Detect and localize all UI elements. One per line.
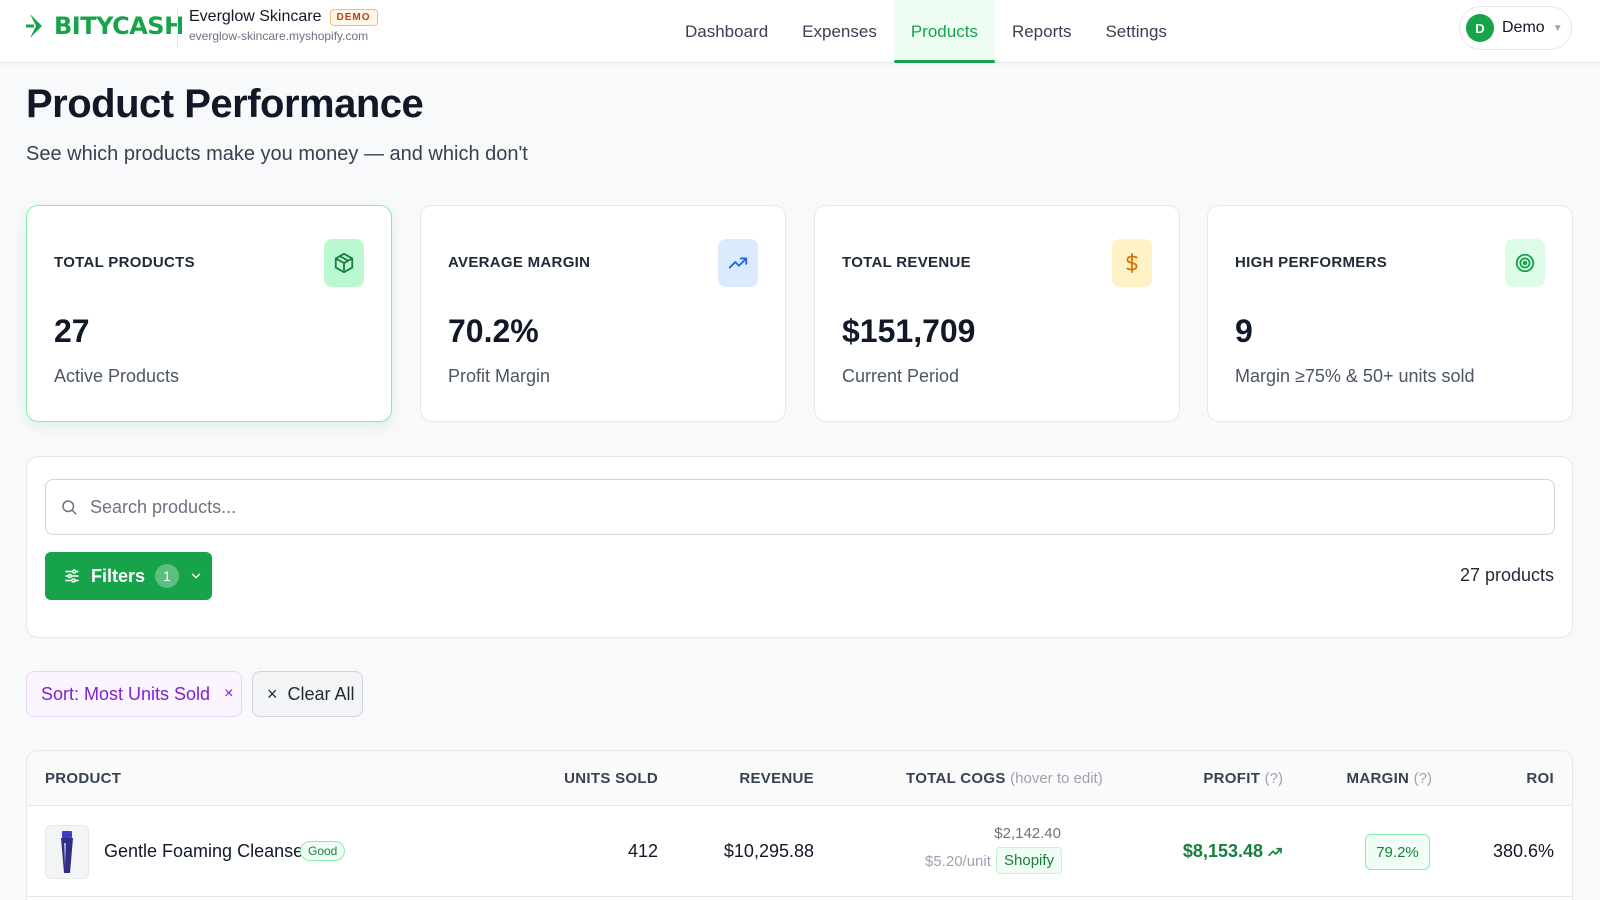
help-icon[interactable]: (?) <box>1265 770 1283 787</box>
trending-up-icon <box>1268 847 1282 856</box>
column-header-label: TOTAL COGS <box>906 770 1006 787</box>
column-header-units-sold[interactable]: UNITS SOLD <box>564 770 658 787</box>
search-input[interactable] <box>90 496 1490 518</box>
stat-subtitle: Margin ≥75% & 50+ units sold <box>1235 366 1475 386</box>
column-header-roi[interactable]: ROI <box>1526 770 1554 787</box>
stat-subtitle: Profit Margin <box>448 366 551 386</box>
margin-badge: 79.2% <box>1365 834 1430 870</box>
search-filter-panel: Filters 1 27 products <box>26 456 1573 638</box>
nav-dashboard[interactable]: Dashboard <box>668 0 785 63</box>
demo-badge: DEMO <box>329 8 378 26</box>
nav-expenses[interactable]: Expenses <box>785 0 894 63</box>
product-count: 27 products <box>1459 565 1554 585</box>
profit-cell: $8,153.48 <box>1183 841 1283 862</box>
stat-card-total-revenue[interactable]: TOTAL REVENUE $151,709 Current Period <box>814 205 1180 422</box>
stat-card-total-products[interactable]: TOTAL PRODUCTS 27 Active Products <box>26 205 392 422</box>
chevron-down-icon: ▼ <box>1552 22 1563 34</box>
target-icon <box>1505 239 1545 287</box>
user-menu[interactable]: D Demo ▼ <box>1459 6 1572 50</box>
nav-reports[interactable]: Reports <box>995 0 1089 63</box>
stat-subtitle: Current Period <box>842 366 960 386</box>
filters-count-badge: 1 <box>155 564 180 588</box>
store-url: everglow-skincare.myshopify.com <box>189 29 369 43</box>
avatar: D <box>1466 14 1494 42</box>
filters-label: Filters <box>91 565 146 586</box>
column-header-total-cogs[interactable]: TOTAL COGS (hover to edit) <box>906 770 1103 787</box>
cogs-unit-value[interactable]: $5.20/unit <box>925 853 991 870</box>
sliders-icon <box>65 569 79 583</box>
store-name: Everglow Skincare <box>189 8 322 25</box>
column-header-hint: (hover to edit) <box>1010 770 1103 787</box>
logo-text: BITYCASH <box>54 12 184 40</box>
user-name: Demo <box>1502 19 1545 36</box>
column-header-margin[interactable]: MARGIN (?) <box>1347 770 1432 787</box>
product-thumbnail <box>45 825 89 879</box>
stat-label: TOTAL PRODUCTS <box>54 254 195 271</box>
page-subtitle: See which products make you money — and … <box>26 143 528 165</box>
table-row[interactable]: Gentle Foaming Cleanser Good 412 $10,295… <box>27 807 1572 897</box>
top-navigation-bar: BITYCASH Everglow Skincare DEMO everglow… <box>0 0 1600 63</box>
stat-value: 27 <box>54 313 90 349</box>
search-icon <box>62 500 77 515</box>
stat-value: $151,709 <box>842 313 976 349</box>
column-header-profit[interactable]: PROFIT (?) <box>1203 770 1283 787</box>
column-header-label: PROFIT <box>1203 770 1261 787</box>
status-badge: Good <box>300 841 346 861</box>
cogs-total-value[interactable]: $2,142.40 <box>994 825 1061 842</box>
revenue-value: $10,295.88 <box>723 841 814 861</box>
column-header-product[interactable]: PRODUCT <box>45 770 121 787</box>
stat-label: HIGH PERFORMERS <box>1235 254 1388 271</box>
nav-settings[interactable]: Settings <box>1088 0 1183 63</box>
help-icon[interactable]: (?) <box>1414 770 1432 787</box>
stat-subtitle: Active Products <box>54 366 180 386</box>
close-icon: × <box>267 683 278 704</box>
store-switcher[interactable]: Everglow Skincare DEMO everglow-skincare… <box>177 8 378 48</box>
column-header-label: MARGIN <box>1346 770 1410 787</box>
sort-chip-label: Sort: Most Units Sold <box>41 683 211 704</box>
main-nav: Dashboard Expenses Products Reports Sett… <box>668 0 1184 63</box>
close-icon[interactable]: × <box>224 685 233 703</box>
roi-value: 380.6% <box>1492 841 1554 861</box>
stat-value: 9 <box>1235 313 1253 349</box>
brand-logo[interactable]: BITYCASH <box>26 12 184 40</box>
stat-label: AVERAGE MARGIN <box>448 254 591 271</box>
trending-up-icon <box>718 239 758 287</box>
stat-label: TOTAL REVENUE <box>842 254 971 271</box>
search-box[interactable] <box>45 479 1555 535</box>
products-table: PRODUCT UNITS SOLD REVENUE TOTAL COGS (h… <box>26 750 1573 900</box>
sort-chip[interactable]: Sort: Most Units Sold × <box>26 671 242 717</box>
table-header: PRODUCT UNITS SOLD REVENUE TOTAL COGS (h… <box>27 751 1572 806</box>
chevron-down-icon <box>191 573 201 579</box>
product-name[interactable]: Gentle Foaming Cleanser <box>104 841 309 862</box>
dollar-icon <box>1112 239 1152 287</box>
nav-products[interactable]: Products <box>893 0 996 63</box>
clear-all-label: Clear All <box>287 683 355 704</box>
column-header-revenue[interactable]: REVENUE <box>739 770 814 787</box>
box-icon <box>324 239 364 287</box>
stat-card-average-margin[interactable]: AVERAGE MARGIN 70.2% Profit Margin <box>420 205 786 422</box>
clear-all-button[interactable]: × Clear All <box>252 671 363 717</box>
stat-value: 70.2% <box>448 313 539 349</box>
page-title: Product Performance <box>26 82 424 126</box>
cogs-source-badge: Shopify <box>996 847 1063 874</box>
units-sold-value: 412 <box>627 841 658 861</box>
logo-icon <box>26 14 42 38</box>
profit-value: $8,153.48 <box>1182 841 1263 861</box>
stat-card-high-performers[interactable]: HIGH PERFORMERS 9 Margin ≥75% & 50+ unit… <box>1207 205 1573 422</box>
filters-button[interactable]: Filters 1 <box>45 552 212 600</box>
